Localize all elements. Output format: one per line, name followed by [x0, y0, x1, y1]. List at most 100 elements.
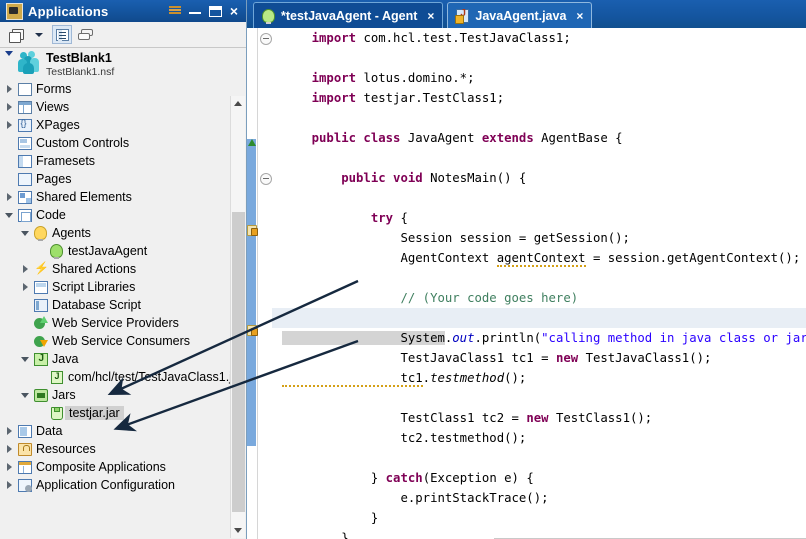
twisty-right-icon[interactable] — [18, 265, 32, 273]
fold-toggle-icon[interactable] — [260, 33, 272, 45]
code-line: Session session = getSession(); — [272, 228, 806, 248]
editor-panel: *testJavaAgent - Agent × JavaAgent.java × i… — [247, 0, 806, 539]
tree-item-database[interactable]: TestBlank1 TestBlank1.nsf — [0, 50, 230, 80]
tree-item-data[interactable]: Data — [0, 422, 230, 440]
twisty-down-icon[interactable] — [18, 356, 32, 362]
code-token: } — [282, 471, 386, 485]
tree-item-jars[interactable]: Jars — [0, 386, 230, 404]
tab-javaagent-java[interactable]: JavaAgent.java × — [447, 2, 593, 28]
tree-item-label: Shared Elements — [36, 190, 132, 204]
code-token: System — [282, 331, 445, 345]
tree-item-script-libraries[interactable]: Script Libraries — [0, 278, 230, 296]
code-line: System.out.println("calling method in ja… — [272, 328, 806, 348]
code-line: AgentContext agentContext = session.getA… — [272, 248, 806, 268]
twisty-right-icon[interactable] — [2, 481, 16, 489]
twisty-down-icon[interactable] — [2, 51, 16, 56]
tree-item-label: testjar.jar — [65, 406, 124, 420]
tree-item-label: Web Service Providers — [52, 316, 179, 330]
code-line: // (Your code goes here) — [272, 288, 806, 308]
tree-item-label: Shared Actions — [52, 262, 137, 276]
tree-item-shared-elements[interactable]: Shared Elements — [0, 188, 230, 206]
scroll-down-button[interactable] — [231, 523, 245, 538]
tree-item-resources[interactable]: Resources — [0, 440, 230, 458]
close-tab-icon[interactable]: × — [427, 9, 434, 23]
code-token: tc2.testmethod(); — [282, 431, 527, 445]
tree-item-shared-actions[interactable]: Shared Actions — [0, 260, 230, 278]
twisty-down-icon[interactable] — [2, 212, 16, 218]
tree-item-label: Framesets — [36, 154, 96, 168]
tab-testjavaagent-agent[interactable]: *testJavaAgent - Agent × — [253, 2, 444, 28]
code-token: e.printStackTrace(); — [282, 491, 549, 505]
collapse-marker-icon[interactable] — [248, 139, 256, 146]
twisty-down-icon[interactable] — [18, 230, 32, 236]
maximize-window-button[interactable] — [208, 5, 222, 17]
tree-item-web-service-consumers[interactable]: Web Service Consumers — [0, 332, 230, 350]
tree-item-com-hcl-test-testjavaclass1-j[interactable]: com/hcl/test/TestJavaClass1.j — [0, 368, 232, 386]
twisty-right-icon[interactable] — [2, 85, 16, 93]
stack-view-button[interactable] — [75, 25, 95, 44]
tree-item-database-script[interactable]: Database Script — [0, 296, 230, 314]
tree-item-agents[interactable]: Agents — [0, 224, 230, 242]
tree-item-code[interactable]: Code — [0, 206, 230, 224]
tree-item-label: Database Script — [52, 298, 141, 312]
close-window-button[interactable]: × — [230, 4, 238, 18]
warning-marker-icon[interactable] — [247, 324, 258, 336]
tree-item-label: Views — [36, 100, 70, 114]
twisty-right-icon[interactable] — [2, 445, 16, 453]
tree-item-label: Data — [36, 424, 63, 438]
tree-item-views[interactable]: Views — [0, 98, 230, 116]
restore-window-button[interactable] — [168, 6, 181, 16]
stack-view-icon — [78, 29, 93, 40]
tree-item-xpages[interactable]: XPages — [0, 116, 230, 134]
minimize-window-button[interactable] — [188, 6, 201, 16]
code-line: public class JavaAgent extends AgentBase… — [272, 128, 806, 148]
code-token: new — [526, 411, 556, 425]
tree-item-testjar-jar[interactable]: testjar.jar — [0, 404, 230, 422]
tree-item-java[interactable]: Java — [0, 350, 230, 368]
tree-item-framesets[interactable]: Framesets — [0, 152, 230, 170]
twisty-right-icon[interactable] — [2, 427, 16, 435]
twisty-down-icon[interactable] — [18, 392, 32, 398]
twisty-right-icon[interactable] — [18, 283, 32, 291]
sidebar-scrollbar[interactable] — [230, 96, 245, 538]
script-libraries-icon — [32, 280, 49, 294]
tree-item-custom-controls[interactable]: Custom Controls — [0, 134, 230, 152]
code-text[interactable]: import com.hcl.test.TestJavaClass1; impo… — [272, 28, 806, 539]
tree-item-pages[interactable]: Pages — [0, 170, 230, 188]
twisty-right-icon[interactable] — [2, 103, 16, 111]
database-script-icon — [32, 298, 49, 312]
tree-item-testjavaagent[interactable]: testJavaAgent — [0, 242, 230, 260]
code-editor[interactable]: import com.hcl.test.TestJavaClass1; impo… — [247, 28, 806, 539]
scroll-up-button[interactable] — [231, 96, 245, 111]
tree-item-composite-applications[interactable]: Composite Applications — [0, 458, 230, 476]
agent-green-bulb-icon — [48, 244, 65, 259]
applications-toolbar — [0, 22, 246, 48]
twisty-right-icon[interactable] — [2, 463, 16, 471]
code-token: } — [282, 511, 379, 525]
list-view-button[interactable] — [52, 25, 72, 44]
tree-item-label: testJavaAgent — [68, 244, 148, 258]
fold-toggle-icon[interactable] — [260, 173, 272, 185]
tree-item-label: Forms — [36, 82, 72, 96]
views-icon — [16, 100, 33, 114]
code-line: e.printStackTrace(); — [272, 488, 806, 508]
code-token: testjar.TestClass1; — [363, 91, 505, 105]
close-tab-icon[interactable]: × — [576, 9, 583, 23]
scrollbar-thumb[interactable] — [232, 212, 245, 512]
editor-gutter[interactable] — [247, 28, 258, 539]
code-token: Session session = getSession(); — [282, 231, 630, 245]
framesets-icon — [16, 154, 33, 168]
twisty-right-icon[interactable] — [2, 121, 16, 129]
fold-column[interactable] — [258, 28, 272, 539]
agent-bulb-icon — [262, 8, 275, 24]
twisty-right-icon[interactable] — [2, 193, 16, 201]
open-application-dropdown[interactable] — [29, 25, 49, 44]
tree-item-application-configuration[interactable]: Application Configuration — [0, 476, 230, 494]
tree-item-web-service-providers[interactable]: Web Service Providers — [0, 314, 230, 332]
tree-item-forms[interactable]: Forms — [0, 80, 230, 98]
code-token: { — [400, 211, 408, 225]
code-token: public class — [282, 131, 408, 145]
open-application-button[interactable] — [6, 25, 26, 44]
warning-marker-icon[interactable] — [247, 224, 258, 236]
